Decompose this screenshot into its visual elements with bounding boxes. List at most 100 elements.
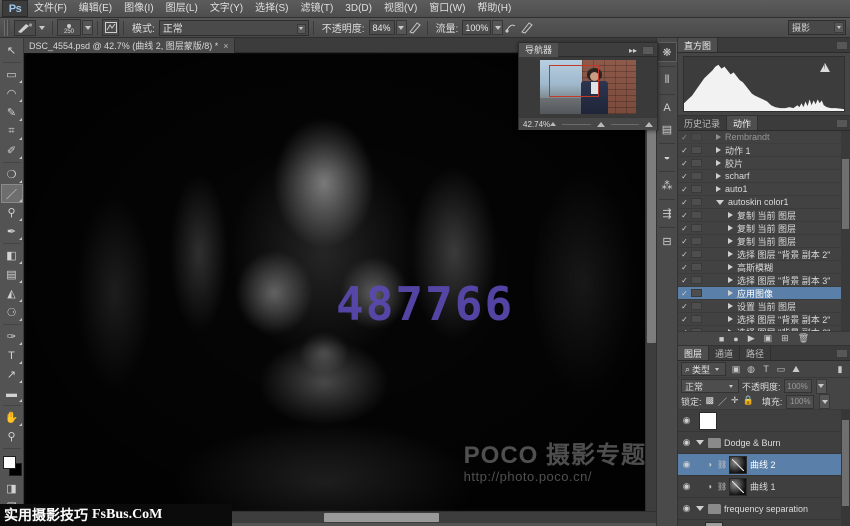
layer-visibility-icon[interactable]: ◉ (680, 415, 693, 426)
layer-row[interactable]: ◉ (678, 410, 850, 432)
layer-lock-icon-3[interactable]: 🔒 (743, 395, 754, 408)
layer-thumbnail[interactable] (729, 456, 747, 474)
close-icon[interactable]: × (223, 41, 228, 51)
actions-footer-icon-3[interactable]: ▣ (764, 333, 773, 344)
action-row[interactable]: ✓选择 图层 "背景 副本 2" (678, 248, 850, 261)
brush-size-stepper[interactable] (82, 20, 93, 35)
quickmask-toggle[interactable]: ◨ (1, 479, 23, 498)
path-selection-tool[interactable]: ↗ (1, 365, 23, 384)
action-dialog-toggle[interactable] (691, 211, 702, 219)
tab-actions-1[interactable]: 动作 (727, 116, 758, 130)
layer-lock-icon-2[interactable]: ✛ (731, 395, 739, 408)
action-dialog-toggle[interactable] (691, 289, 702, 297)
action-row[interactable]: ✓动作 1 (678, 144, 850, 157)
navigator-panel[interactable]: 导航器 ▸▸ 42.74% (518, 42, 658, 130)
layer-row[interactable]: ◉frequency separation (678, 498, 850, 520)
workspace-selector[interactable]: 摄影 (788, 20, 846, 35)
action-dialog-toggle[interactable] (691, 159, 702, 167)
disclosure-triangle-icon[interactable] (716, 173, 721, 179)
action-enabled-checkbox[interactable]: ✓ (678, 289, 691, 298)
action-dialog-toggle[interactable] (691, 302, 702, 310)
blend-mode-select[interactable]: 正常 (159, 20, 309, 36)
menu-item-0[interactable]: 文件(F) (28, 0, 73, 18)
menu-item-5[interactable]: 选择(S) (249, 0, 294, 18)
panel-menu-icon[interactable] (836, 349, 848, 358)
layer-filter-icon-3[interactable]: ▭ (774, 362, 788, 376)
brush-preview-icon[interactable] (14, 20, 36, 36)
clone-stamp-tool[interactable]: ⚲ (1, 203, 23, 222)
action-enabled-checkbox[interactable]: ✓ (678, 211, 691, 220)
disclosure-triangle-icon[interactable] (728, 277, 733, 283)
actions-footer-icon-5[interactable]: 🗑 (798, 333, 809, 344)
disclosure-triangle-icon[interactable] (728, 225, 733, 231)
scrollbar-thumb[interactable] (842, 159, 849, 229)
eraser-tool[interactable]: ◧ (1, 246, 23, 265)
layer-fill-input[interactable]: 100% (786, 395, 814, 409)
action-enabled-checkbox[interactable]: ✓ (678, 146, 691, 155)
action-dialog-toggle[interactable] (691, 315, 702, 323)
disclosure-triangle-icon[interactable] (716, 186, 721, 192)
action-enabled-checkbox[interactable]: ✓ (678, 315, 691, 324)
layer-filter-icon-2[interactable]: T (759, 362, 773, 376)
panel-menu-icon[interactable] (836, 119, 848, 128)
action-enabled-checkbox[interactable]: ✓ (678, 224, 691, 233)
action-row[interactable]: ✓autoskin color1 (678, 196, 850, 209)
action-enabled-checkbox[interactable]: ✓ (678, 198, 691, 207)
layer-filter-icon-0[interactable]: ▣ (729, 362, 743, 376)
tablet-pressure-icon[interactable] (519, 20, 535, 36)
eyedropper-tool[interactable]: ✐ (1, 141, 23, 160)
layer-row[interactable]: ◉◑⛓曲线 1 (678, 476, 850, 498)
layer-thumbnail[interactable] (729, 478, 747, 496)
menu-item-4[interactable]: 文字(Y) (204, 0, 249, 18)
layer-thumbnail[interactable] (705, 522, 723, 526)
action-dialog-toggle[interactable] (691, 276, 702, 284)
panel-menu-icon[interactable] (836, 41, 848, 50)
blur-tool[interactable]: ◭ (1, 284, 23, 303)
brush-preset-chevron-down-icon[interactable] (39, 26, 45, 30)
tab-layers-2[interactable]: 路径 (740, 346, 771, 360)
action-dialog-toggle[interactable] (691, 237, 702, 245)
action-enabled-checkbox[interactable]: ✓ (678, 172, 691, 181)
airbrush-icon[interactable] (503, 20, 519, 36)
layer-row[interactable]: ◉背景 副本 3 (678, 520, 850, 526)
flow-input[interactable]: 100% (462, 20, 491, 35)
action-enabled-checkbox[interactable]: ✓ (678, 133, 691, 142)
action-row[interactable]: ✓高斯模糊 (678, 261, 850, 274)
action-enabled-checkbox[interactable]: ✓ (678, 328, 691, 332)
actions-scrollbar[interactable] (841, 131, 850, 331)
action-enabled-checkbox[interactable]: ✓ (678, 302, 691, 311)
lasso-tool[interactable]: ◠ (1, 84, 23, 103)
menu-item-6[interactable]: 滤镜(T) (295, 0, 340, 18)
opacity-pressure-icon[interactable] (407, 20, 423, 36)
zoom-out-icon[interactable] (550, 122, 556, 126)
action-dialog-toggle[interactable] (691, 133, 702, 141)
disclosure-triangle-icon[interactable] (728, 264, 733, 270)
disclosure-triangle-icon[interactable] (716, 200, 724, 205)
brush-tool[interactable]: ／ (1, 184, 23, 203)
action-row[interactable]: ✓auto1 (678, 183, 850, 196)
action-row[interactable]: ✓复制 当前 图层 (678, 209, 850, 222)
disclosure-triangle-icon[interactable] (716, 134, 721, 140)
navigator-preview[interactable] (519, 57, 657, 117)
tab-layers-1[interactable]: 通道 (709, 346, 740, 360)
styles-icon[interactable]: ⫴ (657, 70, 677, 90)
layer-filter-icon-4[interactable]: ⛰ (789, 362, 803, 376)
actions-list[interactable]: ✓Rembrandt✓动作 1✓胶片✓scharf✓auto1✓autoskin… (678, 131, 850, 331)
panel-menu-icon[interactable] (642, 46, 654, 55)
action-dialog-toggle[interactable] (691, 224, 702, 232)
action-enabled-checkbox[interactable]: ✓ (678, 185, 691, 194)
dodge-tool[interactable]: ⚆ (1, 303, 23, 322)
layer-thumbnail[interactable] (699, 412, 717, 430)
action-row[interactable]: ✓设置 当前 图层 (678, 300, 850, 313)
disclosure-triangle-icon[interactable] (728, 212, 733, 218)
healing-brush-tool[interactable]: ❍ (1, 165, 23, 184)
opacity-stepper[interactable] (396, 20, 407, 35)
layer-row[interactable]: ◉◑⛓曲线 2 (678, 454, 850, 476)
layer-blend-mode-select[interactable]: 正常 (681, 379, 739, 393)
crop-tool[interactable]: ⌗ (1, 122, 23, 141)
action-enabled-checkbox[interactable]: ✓ (678, 250, 691, 259)
action-dialog-toggle[interactable] (691, 172, 702, 180)
layer-link-icon[interactable]: ⛓ (717, 460, 726, 469)
character-icon[interactable]: A (657, 98, 677, 118)
layer-lock-icon-0[interactable]: ▩ (706, 395, 715, 408)
